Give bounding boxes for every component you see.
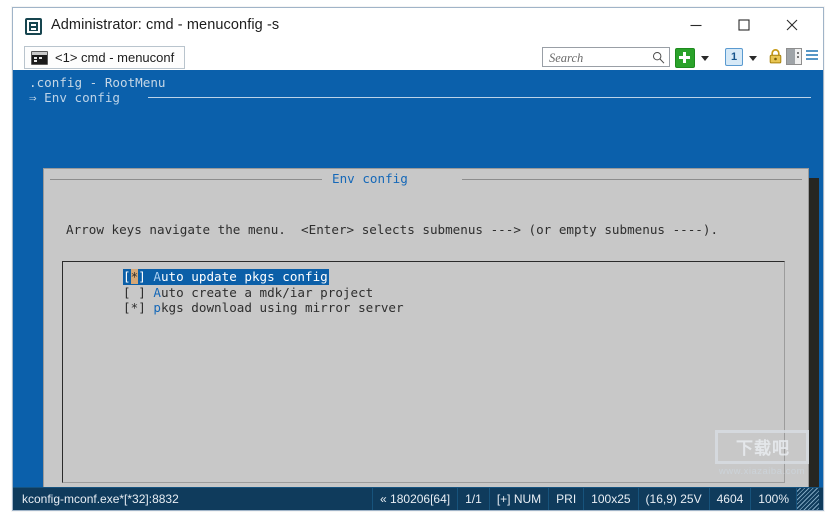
checkbox-open: [: [123, 300, 131, 316]
status-cell: 4604: [708, 488, 751, 510]
status-cells: « 180206[64] 1/1 [+] NUM PRI 100x25 (16,9) 25…: [372, 488, 819, 510]
search-icon: [652, 51, 665, 64]
status-cell: 100x25: [583, 488, 637, 510]
breadcrumb-current: ⇒ Env config: [29, 90, 120, 105]
checkbox-close: ]: [138, 269, 154, 284]
hamburger-menu-button[interactable]: [805, 48, 819, 66]
maximize-button[interactable]: [721, 8, 767, 42]
status-cell: [+] NUM: [488, 488, 548, 510]
dialog-rule-right: [462, 179, 802, 180]
menu-item-label: uto update pkgs config: [160, 269, 328, 284]
checkbox-close: ]: [138, 300, 154, 316]
window-title: Administrator: cmd - menuconfig -s: [51, 17, 280, 33]
menu-item-label: kgs download using mirror server: [160, 300, 404, 316]
menu-item-hotkey: A: [153, 269, 161, 284]
active-console-dropdown[interactable]: [748, 48, 760, 66]
status-process: kconfig-mconf.exe*[*32]:8832: [22, 492, 179, 506]
menu-item-label: uto create a mdk/iar project: [160, 284, 374, 300]
conemu-icon: [25, 18, 42, 35]
menu-item-row: [*] Auto update pkgs config: [123, 269, 404, 285]
active-console-button[interactable]: 1: [725, 48, 743, 66]
close-button[interactable]: [769, 8, 815, 42]
help-line: Arrow keys navigate the menu. <Enter> se…: [66, 222, 719, 238]
split-pane-button[interactable]: [786, 48, 802, 65]
menu-item[interactable]: [*] Auto update pkgs config: [123, 269, 329, 285]
conemu-window: Administrator: cmd - menuconfig -s <1> c…: [12, 7, 824, 511]
search-input[interactable]: [547, 48, 651, 68]
console-tab-label: <1> cmd - menuconf: [55, 50, 175, 65]
chevron-down-icon: [701, 56, 709, 61]
console-area: .config - RootMenu ⇒ Env config Env conf…: [13, 70, 823, 490]
lock-button[interactable]: [768, 48, 783, 66]
title-bar: Administrator: cmd - menuconfig -s: [13, 8, 823, 44]
menu-item-hotkey: A: [153, 284, 161, 300]
breadcrumb-root: .config - RootMenu: [29, 75, 166, 90]
chevron-down-icon: [749, 56, 757, 61]
dialog-title: Env config: [332, 171, 408, 186]
new-console-dropdown[interactable]: [700, 48, 712, 66]
checkbox-close: ]: [138, 284, 154, 300]
hamburger-icon: [806, 50, 818, 60]
menu-item[interactable]: [*] pkgs download using mirror server: [123, 300, 404, 316]
minimize-button[interactable]: [673, 8, 719, 42]
menu-item-row: [ ] Auto create a mdk/iar project: [123, 285, 404, 301]
menu-listbox[interactable]: [*] Auto update pkgs config[ ] Auto crea…: [62, 261, 785, 483]
lock-icon: [769, 49, 782, 64]
tab-bar: <1> cmd - menuconf 1: [13, 44, 823, 71]
checkbox-open: [: [123, 284, 131, 300]
status-cell: (16,9) 25V: [637, 488, 709, 510]
resize-grip[interactable]: [796, 488, 819, 510]
env-config-dialog: Env config Arrow keys navigate the menu.…: [43, 168, 809, 490]
dialog-rule-left: [50, 179, 322, 180]
status-cell: PRI: [548, 488, 583, 510]
status-cell: 100%: [750, 488, 796, 510]
maximize-icon: [738, 19, 750, 31]
menu-item-row: [*] pkgs download using mirror server: [123, 300, 404, 316]
breadcrumb-rule: [148, 97, 811, 98]
status-cell: « 180206[64]: [372, 488, 457, 510]
console-icon: [31, 50, 48, 65]
checkbox-open: [: [123, 269, 131, 284]
menu-item[interactable]: [ ] Auto create a mdk/iar project: [123, 285, 404, 301]
close-icon: [786, 19, 798, 31]
status-bar: kconfig-mconf.exe*[*32]:8832 « 180206[64…: [13, 487, 823, 510]
search-box[interactable]: [542, 47, 670, 68]
dialog-title-row: Env config: [50, 171, 802, 187]
new-console-button[interactable]: [675, 48, 695, 68]
minimize-icon: [690, 24, 702, 27]
status-cell: 1/1: [457, 488, 489, 510]
menu-item-hotkey: p: [153, 300, 161, 316]
console-tab[interactable]: <1> cmd - menuconf: [24, 46, 186, 69]
menu-list: [*] Auto update pkgs config[ ] Auto crea…: [123, 269, 404, 316]
